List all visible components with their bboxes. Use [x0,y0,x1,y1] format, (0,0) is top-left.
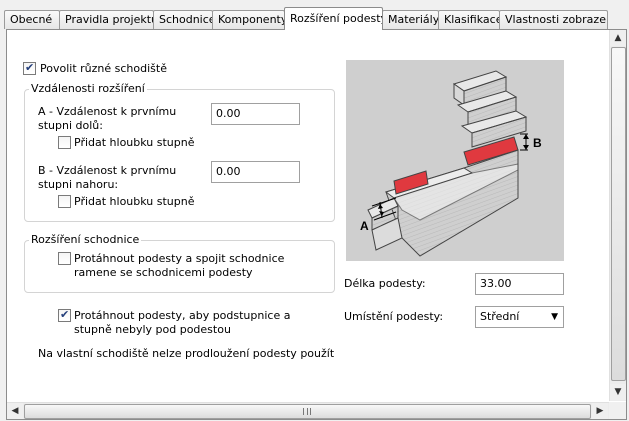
vertical-scroll-thumb[interactable] [611,47,626,381]
distance-a-input[interactable]: 0.00 [211,103,300,125]
extend-join-stringers-label: Protáhnout podesty a spojit schodnice ra… [74,252,285,279]
vertical-scrollbar[interactable]: ▲ ▼ [609,30,626,401]
extend-risers-label: Protáhnout podesty, aby podstupnice a st… [74,309,291,336]
allow-different-stairs-label: Povolit různé schodiště [40,62,167,75]
distance-b-add-depth-checkbox[interactable] [58,195,71,208]
distance-a-label: A - Vzdálenost k prvnímu stupni dolů: [38,105,177,132]
chevron-down-icon[interactable]: ▼ [551,307,558,327]
scrollbar-corner [609,402,626,419]
horizontal-scrollbar[interactable]: ◀ ▶ [7,402,609,419]
tab-project-rules[interactable]: Pravidla projektu [59,10,154,29]
diagram-label-b: B [533,136,542,150]
distance-b-input[interactable]: 0.00 [211,161,300,183]
allow-different-stairs-checkbox[interactable] [23,61,36,75]
scroll-up-arrow-icon[interactable]: ▲ [610,30,626,46]
landing-position-value: Střední [480,310,520,323]
tab-materials[interactable]: Materiály [382,10,439,29]
distance-b-label: B - Vzdálenost k prvnímu stupni nahoru: [38,164,177,191]
tab-components[interactable]: Komponenty [212,10,285,29]
distance-a-add-depth-label: Přidat hloubku stupně [74,136,195,149]
landing-position-label: Umístění podesty: [344,310,444,323]
tab-display-properties[interactable]: Vlastnosti zobrazení [499,10,608,29]
landing-length-input[interactable]: 33.00 [475,273,564,295]
distances-group-title: Vzdálenosti rozšíření [29,82,147,95]
horizontal-scroll-thumb[interactable] [24,404,591,419]
extend-risers-checkbox[interactable] [58,308,71,322]
grip-icon [303,408,311,415]
extend-join-stringers-checkbox[interactable] [58,252,71,265]
tab-stringers[interactable]: Schodnice [153,10,213,29]
tab-strip: Obecné Pravidla projektu Schodnice Kompo… [0,7,629,30]
stair-landing-illustration: B A [360,70,542,257]
distance-a-add-depth-checkbox[interactable] [58,136,71,149]
diagram-label-a: A [360,219,369,233]
scroll-left-arrow-icon[interactable]: ◀ [7,403,23,419]
landing-diagram: B A [346,60,564,261]
scroll-right-arrow-icon[interactable]: ▶ [592,403,608,419]
landing-extension-panel: Povolit různé schodiště Vzdálenosti rozš… [6,29,627,420]
distance-b-add-depth-label: Přidat hloubku stupně [74,195,195,208]
tab-classification[interactable]: Klasifikace [438,10,500,29]
scroll-down-arrow-icon[interactable]: ▼ [610,384,626,400]
tab-landing-extension[interactable]: Rozšíření podesty [284,7,383,30]
custom-stair-note: Na vlastní schodiště nelze prodloužení p… [38,347,335,360]
landing-length-label: Délka podesty: [344,277,426,290]
landing-position-select[interactable]: Střední ▼ [475,306,564,328]
tab-general[interactable]: Obecné [4,10,60,29]
stringer-extension-group-title: Rozšíření schodnice [29,233,142,246]
